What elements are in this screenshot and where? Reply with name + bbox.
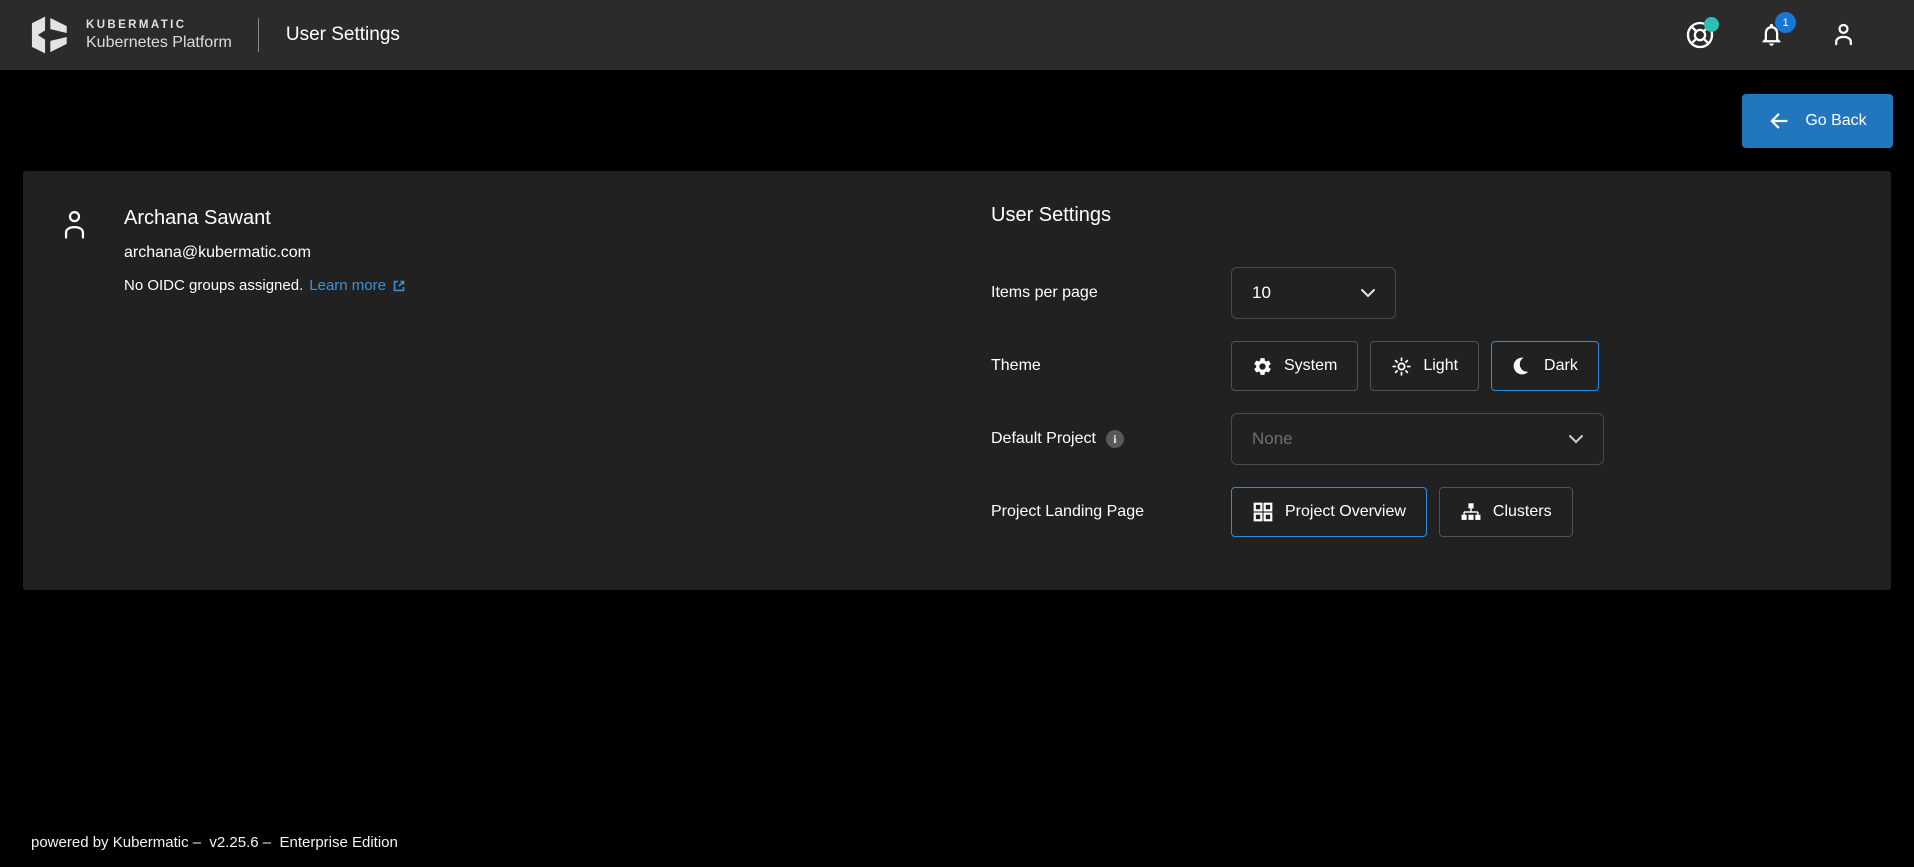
theme-dark-button[interactable]: Dark: [1491, 341, 1599, 391]
info-icon[interactable]: i: [1106, 430, 1124, 448]
landing-clusters-label: Clusters: [1493, 503, 1552, 521]
brand-subtitle: Kubernetes Platform: [86, 34, 232, 52]
user-settings-card: Archana Sawant archana@kubermatic.com No…: [23, 171, 1891, 590]
landing-page-row: Project Landing Page Project Overview: [991, 487, 1604, 537]
landing-clusters-button[interactable]: Clusters: [1439, 487, 1573, 537]
learn-more-link[interactable]: Learn more: [309, 277, 386, 294]
notifications-bell-icon[interactable]: 1: [1758, 21, 1786, 49]
go-back-label: Go Back: [1805, 112, 1866, 130]
theme-label: Theme: [991, 357, 1231, 375]
oidc-text: No OIDC groups assigned.: [124, 277, 303, 294]
theme-light-button[interactable]: Light: [1370, 341, 1479, 391]
theme-light-label: Light: [1423, 357, 1458, 375]
default-project-label-text: Default Project: [991, 430, 1096, 448]
sun-icon: [1391, 356, 1412, 377]
moon-icon: [1512, 356, 1533, 377]
arrow-back-icon: [1768, 110, 1790, 132]
page-title: User Settings: [286, 24, 400, 46]
profile-name: Archana Sawant: [124, 207, 407, 230]
user-menu-icon[interactable]: [1830, 21, 1858, 49]
footer-version-text: powered by Kubermatic – v2.25.6 – Enterp…: [31, 834, 398, 851]
oidc-groups-line: No OIDC groups assigned. Learn more: [124, 277, 407, 294]
landing-project-overview-label: Project Overview: [1285, 503, 1406, 521]
landing-project-overview-button[interactable]: Project Overview: [1231, 487, 1427, 537]
chevron-down-icon: [1568, 434, 1584, 444]
go-back-button[interactable]: Go Back: [1742, 94, 1893, 148]
landing-page-options: Project Overview: [1231, 487, 1573, 537]
notification-count-badge: 1: [1775, 12, 1796, 33]
theme-row: Theme System: [991, 341, 1604, 391]
landing-page-label: Project Landing Page: [991, 503, 1231, 521]
brand-name: KUBERMATIC: [86, 19, 232, 31]
theme-system-button[interactable]: System: [1231, 341, 1358, 391]
settings-panel: User Settings Items per page 10 Theme: [991, 203, 1604, 537]
changelog-lifebuoy-icon[interactable]: [1686, 21, 1714, 49]
settings-title: User Settings: [991, 203, 1604, 227]
default-project-value: None: [1252, 429, 1293, 449]
header-actions: 1: [1686, 21, 1914, 49]
external-link-icon: [391, 278, 407, 294]
gear-icon: [1252, 356, 1273, 377]
header-divider: [258, 18, 259, 52]
page-toolbar: Go Back: [0, 70, 1914, 171]
chevron-down-icon: [1360, 288, 1376, 298]
brand-text: KUBERMATIC Kubernetes Platform: [86, 19, 232, 52]
items-per-page-label: Items per page: [991, 284, 1231, 302]
grid-icon: [1252, 501, 1274, 523]
items-per-page-select[interactable]: 10: [1231, 267, 1396, 319]
person-icon: [61, 209, 88, 240]
theme-dark-label: Dark: [1544, 357, 1578, 375]
kubermatic-logo-icon: [28, 13, 70, 57]
theme-system-label: System: [1284, 357, 1337, 375]
default-project-select[interactable]: None: [1231, 413, 1604, 465]
default-project-row: Default Project i None: [991, 413, 1604, 465]
items-per-page-row: Items per page 10: [991, 267, 1604, 319]
profile-block: Archana Sawant archana@kubermatic.com No…: [61, 207, 407, 294]
top-navbar: KUBERMATIC Kubernetes Platform User Sett…: [0, 0, 1914, 70]
items-per-page-value: 10: [1252, 283, 1271, 303]
profile-email: archana@kubermatic.com: [124, 244, 407, 262]
sitemap-icon: [1460, 501, 1482, 523]
changelog-dot-badge: [1704, 17, 1719, 32]
theme-options: System: [1231, 341, 1599, 391]
default-project-label: Default Project i: [991, 430, 1231, 448]
